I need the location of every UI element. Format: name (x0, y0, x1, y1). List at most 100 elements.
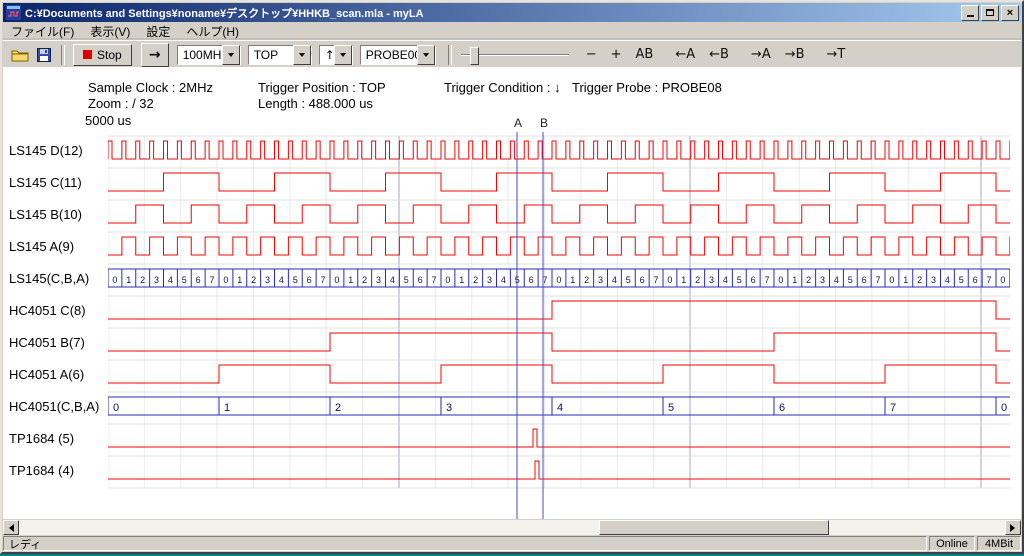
svg-text:4: 4 (723, 275, 728, 285)
stop-label: Stop (97, 48, 122, 62)
waveform-hc4051-c-b-a: 012345670 (108, 397, 1010, 415)
svg-text:6: 6 (640, 275, 645, 285)
svg-text:1: 1 (224, 402, 230, 414)
svg-text:1: 1 (459, 275, 464, 285)
svg-text:0: 0 (889, 275, 894, 285)
zoom-slider[interactable] (461, 45, 569, 65)
chevron-down-icon[interactable] (222, 45, 240, 65)
open-folder-icon (11, 48, 29, 62)
svg-text:1: 1 (570, 275, 575, 285)
svg-text:3: 3 (487, 275, 492, 285)
maximize-button[interactable] (981, 5, 999, 21)
signal-label-ls145-d-12: LS145 D(12) (9, 143, 83, 157)
svg-text:7: 7 (890, 402, 896, 414)
svg-text:0: 0 (778, 275, 783, 285)
close-button[interactable]: × (1001, 5, 1019, 21)
svg-text:0: 0 (1001, 402, 1007, 414)
move-a-right-button[interactable]: →A (747, 47, 775, 62)
trigger-position-select[interactable]: TOP (248, 45, 312, 65)
signal-label-column: LS145 D(12)LS145 C(11)LS145 B(10)LS145 A… (9, 132, 107, 497)
titlebar[interactable]: C:¥Documents and Settings¥noname¥デスクトップ¥… (3, 3, 1021, 22)
menubar: ファイル(F)表示(V)設定ヘルプ(H) (3, 22, 1021, 40)
svg-text:3: 3 (376, 275, 381, 285)
svg-text:7: 7 (987, 275, 992, 285)
statusbar: レディ Online 4MBit (3, 535, 1021, 551)
waveform-display[interactable]: 0123456701234567012345670123456701234567… (108, 132, 1010, 519)
svg-text:5: 5 (626, 275, 631, 285)
svg-text:1: 1 (681, 275, 686, 285)
scrollbar-thumb[interactable] (599, 520, 829, 535)
probe-select[interactable]: PROBE00 (360, 45, 436, 65)
svg-text:5: 5 (293, 275, 298, 285)
length-text: Length : 488.000 us (258, 96, 373, 111)
cursor-a-label: A (512, 116, 524, 130)
scroll-left-button[interactable] (3, 520, 19, 535)
status-message: レディ (3, 536, 927, 551)
svg-text:4: 4 (612, 275, 617, 285)
move-a-left-button[interactable]: ←A (671, 47, 699, 62)
svg-text:2: 2 (695, 275, 700, 285)
svg-text:6: 6 (529, 275, 534, 285)
waveform-tp1684-4 (108, 461, 1010, 479)
svg-text:6: 6 (307, 275, 312, 285)
svg-text:0: 0 (112, 275, 117, 285)
signal-label-hc4051-c-8: HC4051 C(8) (9, 303, 86, 317)
stop-button[interactable]: Stop (73, 44, 132, 66)
svg-text:1: 1 (237, 275, 242, 285)
svg-text:0: 0 (667, 275, 672, 285)
run-button[interactable]: → (141, 43, 169, 67)
menu-settings[interactable]: 設定 (138, 22, 178, 41)
menu-file[interactable]: ファイル(F) (3, 22, 82, 41)
horizontal-scrollbar[interactable] (3, 520, 1021, 535)
svg-text:7: 7 (210, 275, 215, 285)
app-icon (6, 5, 21, 20)
svg-text:3: 3 (931, 275, 936, 285)
maximize-icon (986, 9, 994, 16)
chevron-down-icon[interactable] (417, 45, 435, 65)
goto-trigger-button[interactable]: →T (823, 47, 850, 62)
svg-text:3: 3 (446, 402, 452, 414)
waveform-tp1684-5 (108, 429, 1010, 447)
triangle-left-icon (5, 524, 14, 532)
svg-text:4: 4 (501, 275, 506, 285)
chevron-down-icon[interactable] (334, 45, 352, 65)
save-file-button[interactable] (32, 44, 56, 66)
waveform-ls145-c-11 (108, 173, 1010, 191)
svg-text:7: 7 (876, 275, 881, 285)
trigger-position-text: Trigger Position : TOP (258, 80, 386, 95)
waveform-ls145-b-10 (108, 205, 1010, 223)
svg-text:5: 5 (404, 275, 409, 285)
svg-text:4: 4 (168, 275, 173, 285)
svg-text:2: 2 (362, 275, 367, 285)
signal-label-ls145-c-11: LS145 C(11) (9, 175, 82, 189)
app-window: C:¥Documents and Settings¥noname¥デスクトップ¥… (0, 0, 1024, 554)
svg-text:0: 0 (223, 275, 228, 285)
trigger-condition-text: Trigger Condition : ↓ (444, 80, 561, 95)
svg-text:2: 2 (806, 275, 811, 285)
svg-text:2: 2 (140, 275, 145, 285)
svg-text:6: 6 (973, 275, 978, 285)
cursor-ab-button[interactable]: AB (632, 47, 658, 62)
svg-text:5: 5 (959, 275, 964, 285)
menu-view[interactable]: 表示(V) (82, 22, 138, 41)
sample-rate-select[interactable]: 100MHz (177, 45, 241, 65)
signal-label-hc4051-b-7: HC4051 B(7) (9, 335, 85, 349)
move-b-right-button[interactable]: →B (781, 47, 809, 62)
time-scale-text: 5000 us (85, 113, 131, 128)
move-b-left-button[interactable]: ←B (705, 47, 733, 62)
scrollbar-channel[interactable] (19, 520, 1005, 535)
open-file-button[interactable] (8, 44, 32, 66)
waveform-hc4051-c-8 (108, 301, 1010, 319)
chevron-down-icon[interactable] (293, 45, 311, 65)
svg-text:3: 3 (154, 275, 159, 285)
waveform-ls145-c-b-a: 0123456701234567012345670123456701234567… (108, 269, 1010, 287)
svg-text:3: 3 (709, 275, 714, 285)
zoom-in-button[interactable]: + (607, 47, 626, 62)
svg-text:4: 4 (945, 275, 950, 285)
menu-help[interactable]: ヘルプ(H) (178, 22, 247, 41)
scroll-right-button[interactable] (1005, 520, 1021, 535)
trigger-edge-select[interactable]: ↑ (319, 45, 353, 65)
minimize-button[interactable] (961, 5, 979, 21)
zoom-out-button[interactable]: − (582, 47, 601, 62)
zoom-slider-thumb[interactable] (470, 47, 479, 65)
